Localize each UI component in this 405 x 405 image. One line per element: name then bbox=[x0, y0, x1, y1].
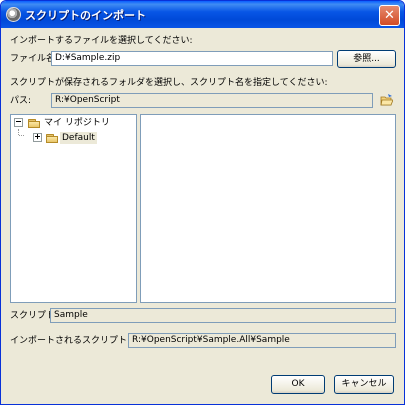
script-name-field[interactable]: Sample bbox=[50, 308, 396, 323]
window-title: スクリプトのインポート bbox=[25, 9, 146, 22]
title-bar[interactable]: スクリプトのインポート ✕ bbox=[1, 1, 404, 28]
tree-connector bbox=[19, 135, 24, 136]
repository-tree[interactable]: マイ リポジトリ Default bbox=[10, 114, 137, 303]
tree-item-my-repository[interactable]: マイ リポジトリ bbox=[44, 117, 110, 129]
imported-path-field: R:¥OpenScript¥Sample.All¥Sample bbox=[128, 333, 396, 348]
import-script-dialog: スクリプトのインポート ✕ インポートするファイルを選択してください: ファイル… bbox=[0, 0, 405, 405]
folder-icon bbox=[46, 133, 59, 143]
expand-toggle-mark-v bbox=[37, 134, 38, 139]
import-file-heading: インポートするファイルを選択してください: bbox=[10, 36, 193, 46]
collapse-toggle[interactable] bbox=[14, 118, 23, 127]
close-button[interactable]: ✕ bbox=[379, 5, 400, 26]
folder-icon bbox=[28, 118, 41, 128]
path-label: パス: bbox=[10, 96, 32, 106]
script-list-panel[interactable] bbox=[140, 114, 396, 303]
browse-button[interactable]: 参照... bbox=[337, 50, 396, 68]
path-field: R:¥OpenScript bbox=[51, 93, 373, 108]
open-folder-icon[interactable] bbox=[380, 94, 394, 106]
location-heading: スクリプトが保存されるフォルダを選択し、スクリプト名を指定してください: bbox=[10, 78, 328, 88]
collapse-toggle-mark bbox=[16, 121, 21, 122]
tree-item-default[interactable]: Default bbox=[60, 132, 97, 144]
ok-button[interactable]: OK bbox=[271, 375, 325, 394]
cancel-button[interactable]: キャンセル bbox=[334, 375, 394, 394]
app-icon bbox=[6, 7, 21, 22]
file-name-input[interactable]: D:¥Sample.zip bbox=[51, 51, 333, 66]
close-icon: ✕ bbox=[384, 8, 395, 23]
